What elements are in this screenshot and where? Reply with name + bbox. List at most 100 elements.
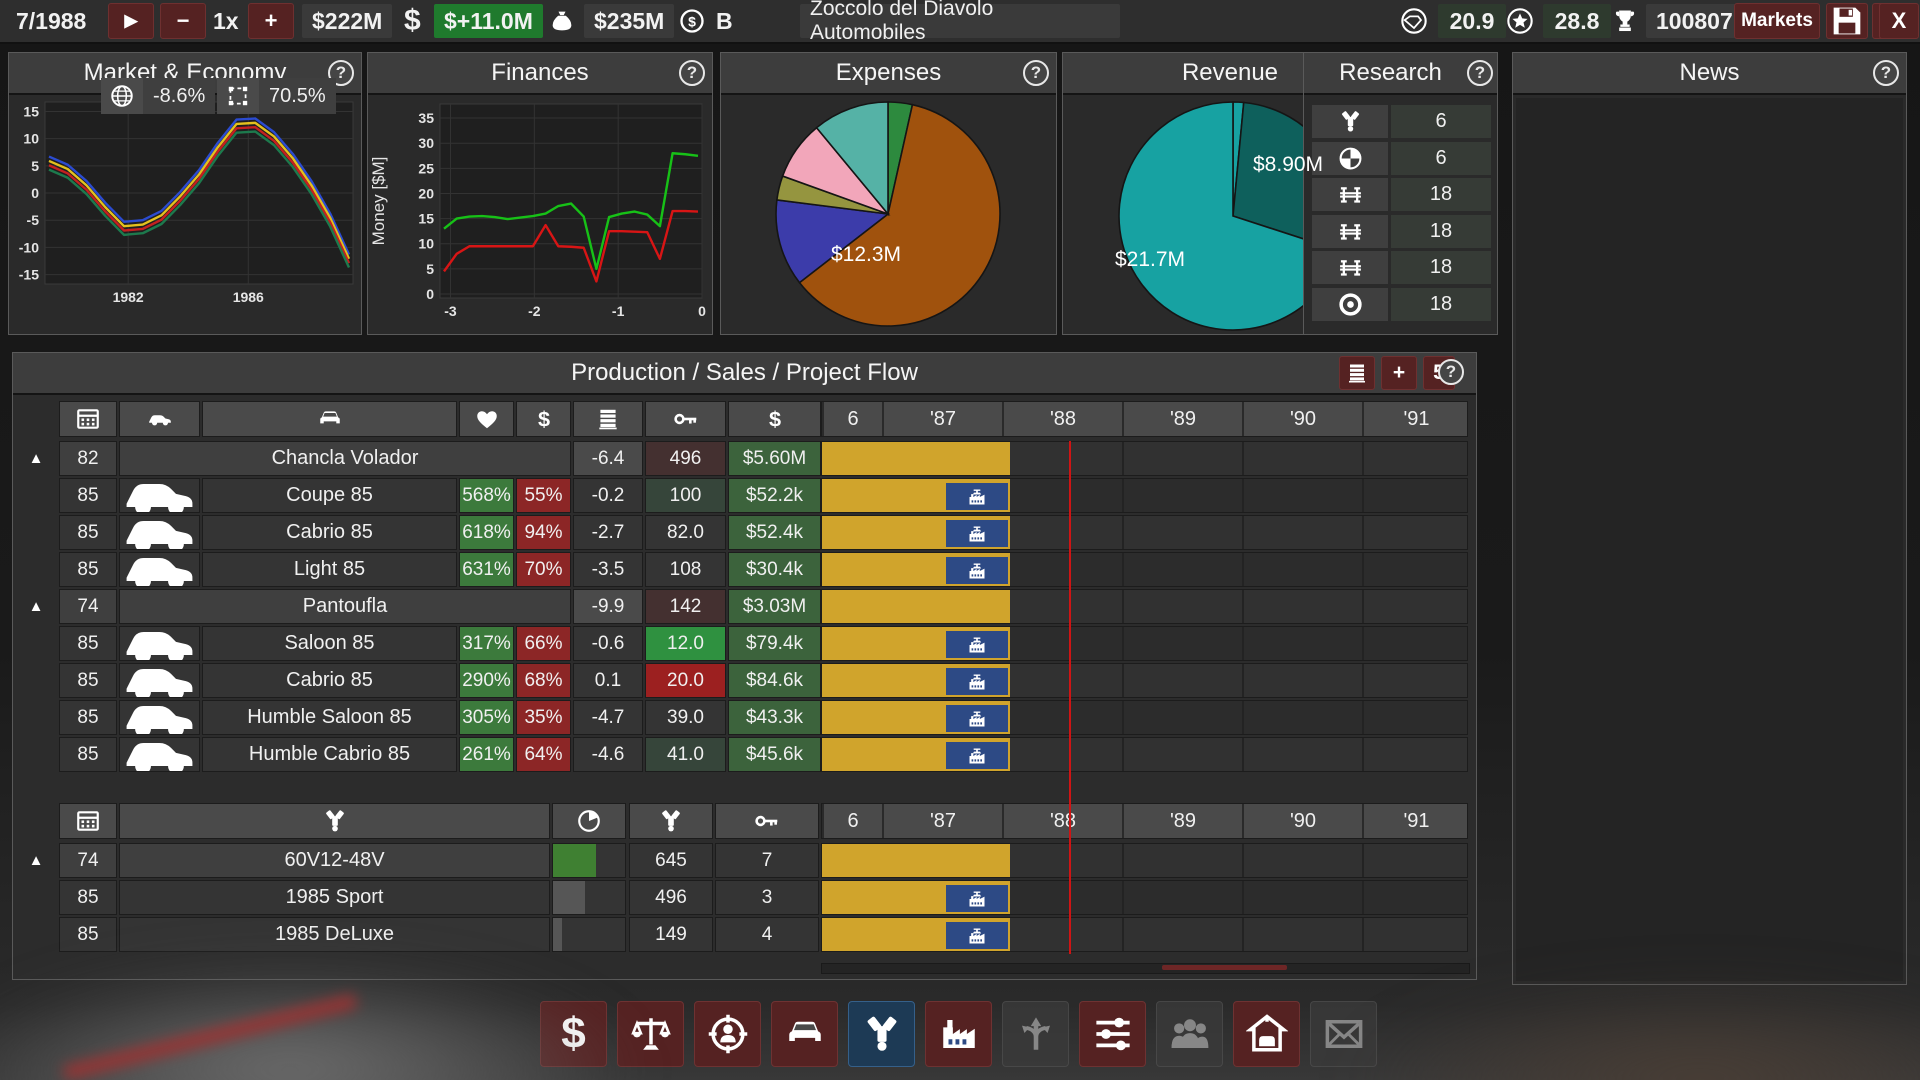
toolbar-car-front-button[interactable] xyxy=(771,1001,838,1067)
cash-flow-badge: $+11.0M xyxy=(434,4,543,38)
gantt-project-bar[interactable] xyxy=(822,442,1010,475)
model-group-name-cell[interactable]: Chancla Volador xyxy=(119,441,571,476)
help-icon[interactable]: ? xyxy=(1467,60,1493,86)
help-icon[interactable]: ? xyxy=(1438,359,1464,385)
gantt-row[interactable] xyxy=(821,626,1468,661)
svg-text:25: 25 xyxy=(418,160,434,176)
research-row[interactable]: 18 xyxy=(1312,288,1491,321)
trim-name-cell[interactable]: Cabrio 85 xyxy=(202,663,457,698)
gantt-row[interactable] xyxy=(821,843,1468,878)
collapse-triangle-icon[interactable]: ▲ xyxy=(21,852,51,869)
factory-icon[interactable] xyxy=(946,742,1008,769)
toolbar-engine-button[interactable] xyxy=(848,1001,915,1067)
gantt-row[interactable] xyxy=(821,515,1468,550)
factory-icon[interactable] xyxy=(946,483,1008,510)
toolbar-mail-button[interactable] xyxy=(1310,1001,1377,1067)
trim-name-cell[interactable]: Coupe 85 xyxy=(202,478,457,513)
gantt-row[interactable] xyxy=(821,700,1468,735)
model-group-name-cell[interactable]: Pantoufla xyxy=(119,589,571,624)
research-row[interactable]: 18 xyxy=(1312,178,1491,211)
speed-up-button[interactable]: + xyxy=(248,3,294,39)
speed-down-button[interactable]: − xyxy=(160,3,206,39)
toolbar-sliders-button[interactable] xyxy=(1079,1001,1146,1067)
gantt-row[interactable] xyxy=(821,552,1468,587)
research-row[interactable]: 6 xyxy=(1312,142,1491,175)
speed-value: 1x xyxy=(213,0,239,42)
trim-name-cell[interactable]: Light 85 xyxy=(202,552,457,587)
trim-name-cell[interactable]: Cabrio 85 xyxy=(202,515,457,550)
units-cell: 100 xyxy=(645,478,726,513)
gantt-row[interactable] xyxy=(821,663,1468,698)
market-share-value: 70.5% xyxy=(259,78,336,114)
popularity-cell: 317% xyxy=(459,626,514,661)
market-economy-panel: Market & Economy ? -8.6% 70.5% 151050-5-… xyxy=(8,52,362,335)
research-row[interactable]: 18 xyxy=(1312,215,1491,248)
collapse-triangle-icon[interactable]: ▲ xyxy=(21,598,51,615)
factory-icon[interactable] xyxy=(946,557,1008,584)
gantt-row[interactable] xyxy=(821,737,1468,772)
help-icon[interactable]: ? xyxy=(679,60,705,86)
factory-icon[interactable] xyxy=(946,520,1008,547)
prestige-icon xyxy=(1400,0,1428,42)
toolbar-arrows3-button[interactable] xyxy=(1002,1001,1069,1067)
trim-name-cell[interactable]: Saloon 85 xyxy=(202,626,457,661)
gantt-project-bar[interactable] xyxy=(822,844,1010,877)
gantt-row[interactable] xyxy=(821,589,1468,624)
toolbar-dealer-button[interactable] xyxy=(1233,1001,1300,1067)
svg-text:-3: -3 xyxy=(444,303,457,319)
engine-name-cell[interactable]: 60V12-48V xyxy=(119,843,550,878)
research-turns-value: 6 xyxy=(1391,105,1491,138)
collapse-triangle-icon[interactable]: ▲ xyxy=(21,450,51,467)
research-row[interactable]: 18 xyxy=(1312,251,1491,284)
trim-name-cell[interactable]: Humble Cabrio 85 xyxy=(202,737,457,772)
gantt-scrollbar[interactable] xyxy=(821,963,1470,974)
factory-icon[interactable] xyxy=(946,668,1008,695)
markets-button[interactable]: Markets xyxy=(1734,3,1820,39)
engine-name-cell[interactable]: 1985 DeLuxe xyxy=(119,917,550,952)
engine-key-cell: 3 xyxy=(715,880,819,915)
svg-text:$: $ xyxy=(688,13,696,29)
svg-text:0: 0 xyxy=(31,185,39,201)
production-title: Production / Sales / Project Flow xyxy=(571,359,918,387)
toolbar-people-button[interactable] xyxy=(1156,1001,1223,1067)
add-button[interactable]: + xyxy=(1381,356,1417,390)
research-row[interactable]: 6 xyxy=(1312,105,1491,138)
trim-name-cell[interactable]: Humble Saloon 85 xyxy=(202,700,457,735)
engine-count-cell: 149 xyxy=(629,917,713,952)
engine-key-cell: 4 xyxy=(715,917,819,952)
help-icon[interactable]: ? xyxy=(1023,60,1049,86)
research-turns-value: 18 xyxy=(1391,215,1491,248)
globe-icon xyxy=(101,78,143,114)
units-cell: 12.0 xyxy=(645,626,726,661)
gantt-row[interactable] xyxy=(821,441,1468,476)
gantt-year-header: '88 xyxy=(1002,402,1122,436)
toolbar-target-button[interactable] xyxy=(694,1001,761,1067)
close-button[interactable]: X xyxy=(1879,3,1919,39)
svg-text:35: 35 xyxy=(418,110,434,126)
bottom-toolbar: $ xyxy=(540,1001,1385,1067)
popularity-cell: 261% xyxy=(459,737,514,772)
gantt-scrollbar-thumb[interactable] xyxy=(1162,965,1287,970)
help-icon[interactable]: ? xyxy=(1873,60,1899,86)
save-button[interactable] xyxy=(1826,3,1868,39)
factory-icon[interactable] xyxy=(946,705,1008,732)
stack-view-button[interactable] xyxy=(1339,356,1375,390)
money-cell: $52.2k xyxy=(728,478,821,513)
toolbar-factory-button[interactable] xyxy=(925,1001,992,1067)
game-screen: { "top_bar": { "date": "7/1988", "play":… xyxy=(0,0,1920,1080)
car-type-icon xyxy=(119,626,200,661)
prestige-value: 20.9 xyxy=(1438,4,1506,38)
toolbar-scales-button[interactable] xyxy=(617,1001,684,1067)
play-button[interactable]: ▶ xyxy=(108,3,154,39)
engine-year-cell: 85 xyxy=(59,880,117,915)
revenue-small-label: $8.90M xyxy=(1253,153,1323,177)
gantt-project-bar[interactable] xyxy=(822,590,1010,623)
factory-icon[interactable] xyxy=(946,631,1008,658)
factory-icon[interactable] xyxy=(946,922,1008,949)
engine-name-cell[interactable]: 1985 Sport xyxy=(119,880,550,915)
toolbar-dollar-button[interactable]: $ xyxy=(540,1001,607,1067)
gantt-row[interactable] xyxy=(821,917,1468,952)
gantt-row[interactable] xyxy=(821,880,1468,915)
gantt-row[interactable] xyxy=(821,478,1468,513)
factory-icon[interactable] xyxy=(946,885,1008,912)
